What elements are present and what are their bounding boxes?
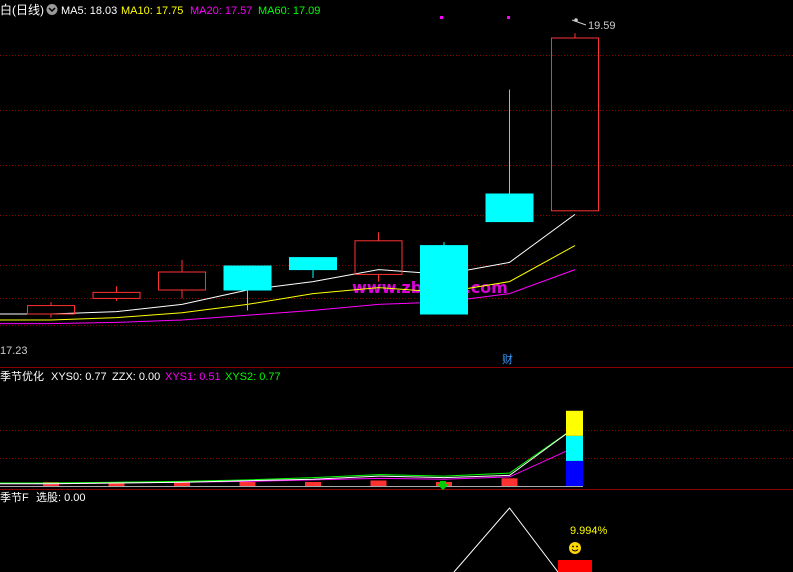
candle-down — [289, 257, 337, 271]
sub1-stack-segment — [566, 435, 583, 461]
candle-up — [158, 271, 206, 291]
xys2-label: XYS2: 0.77 — [225, 371, 281, 383]
select-stock-label: 选股: 0.00 — [36, 491, 86, 504]
top-marker — [507, 16, 510, 19]
ma10-label: MA10: 17.75 — [121, 5, 183, 17]
sub2-signal-line — [453, 507, 559, 572]
sub1-grid — [0, 430, 793, 459]
sub1-stack-segment — [566, 410, 583, 436]
low-price-label: 17.23 — [0, 345, 28, 357]
candle-up — [92, 291, 141, 299]
sub2-value-label: 9.994% — [570, 525, 608, 537]
sub1-bar — [501, 478, 518, 486]
sub2-title: 季节F — [0, 491, 29, 504]
ma60-label: MA60: 17.09 — [258, 5, 320, 17]
xys0-line — [0, 427, 576, 485]
zzx-label: ZZX: 0.00 — [112, 371, 160, 383]
main-title: 白(日线) — [0, 2, 44, 17]
high-dot-icon — [574, 18, 578, 22]
sub1-stack-segment — [566, 460, 583, 486]
ma20-label: MA20: 17.57 — [190, 5, 252, 17]
top-marker — [440, 16, 443, 19]
high-pointer-icon — [571, 19, 587, 26]
smiley-icon — [569, 542, 581, 554]
candle-down — [420, 245, 468, 315]
chart-canvas: 白(日线) MA5: 18.03 MA10: 17.75 MA20: 17.57… — [0, 2, 793, 572]
sub1-title: 季节优化 — [0, 369, 44, 383]
sub2-bar — [558, 560, 592, 572]
ma5-label: MA5: 18.03 — [61, 5, 117, 17]
financial-event-mark[interactable]: 财 — [502, 352, 513, 366]
candle-down — [485, 193, 534, 223]
sub1-bar — [239, 482, 256, 486]
xys2-line — [0, 427, 576, 484]
high-price-label: 19.59 — [588, 20, 616, 32]
settings-circle-icon[interactable] — [46, 4, 58, 15]
xys0-label: XYS0: 0.77 — [51, 371, 107, 383]
sub1-bar — [305, 482, 321, 486]
sub1-bar — [370, 480, 387, 486]
candle-up — [27, 305, 75, 315]
xys1-label: XYS1: 0.51 — [165, 371, 221, 383]
candle-up — [551, 37, 599, 212]
ma5-line — [0, 213, 576, 315]
candle-down — [223, 265, 272, 291]
